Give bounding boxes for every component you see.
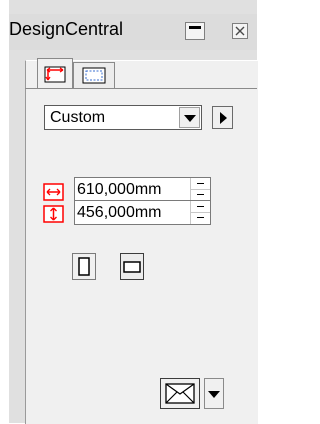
page-margins-tab-icon bbox=[82, 67, 106, 84]
width-value: 610,000mm bbox=[77, 181, 162, 198]
width-spin-down-button[interactable] bbox=[191, 189, 210, 200]
chevron-down-icon[interactable] bbox=[179, 107, 200, 128]
envelope-button[interactable] bbox=[160, 378, 200, 409]
page-size-value: Custom bbox=[50, 109, 106, 126]
envelope-dropdown-button[interactable] bbox=[204, 378, 224, 409]
page-size-tab-icon bbox=[44, 66, 66, 83]
width-field[interactable]: 610,000mm bbox=[74, 177, 211, 202]
height-spinner bbox=[190, 201, 210, 224]
envelope-icon bbox=[165, 383, 195, 404]
page-size-select[interactable]: Custom bbox=[44, 105, 202, 130]
close-icon bbox=[232, 23, 248, 39]
titlebar: DesignCentral bbox=[9, 14, 257, 50]
width-spinner bbox=[190, 178, 210, 201]
close-button[interactable] bbox=[230, 22, 250, 40]
minimize-button[interactable] bbox=[185, 22, 205, 40]
play-arrow-button[interactable] bbox=[212, 106, 233, 129]
portrait-button[interactable] bbox=[72, 253, 96, 280]
tab-page-size[interactable] bbox=[37, 58, 73, 88]
height-field[interactable]: 456,000mm bbox=[74, 200, 211, 225]
panel-title: DesignCentral bbox=[9, 19, 124, 39]
tab-page-margins[interactable] bbox=[73, 62, 115, 88]
height-spin-down-button[interactable] bbox=[191, 212, 210, 223]
height-value: 456,000mm bbox=[77, 204, 162, 221]
height-arrows-icon bbox=[43, 205, 64, 223]
width-arrows-icon bbox=[43, 183, 64, 201]
landscape-icon bbox=[123, 261, 141, 273]
panel-left-edge bbox=[0, 0, 9, 423]
designcentral-panel: DesignCentral Custom 610,000mm 456,000mm bbox=[0, 0, 258, 424]
landscape-button[interactable] bbox=[120, 253, 144, 280]
portrait-icon bbox=[78, 257, 90, 276]
